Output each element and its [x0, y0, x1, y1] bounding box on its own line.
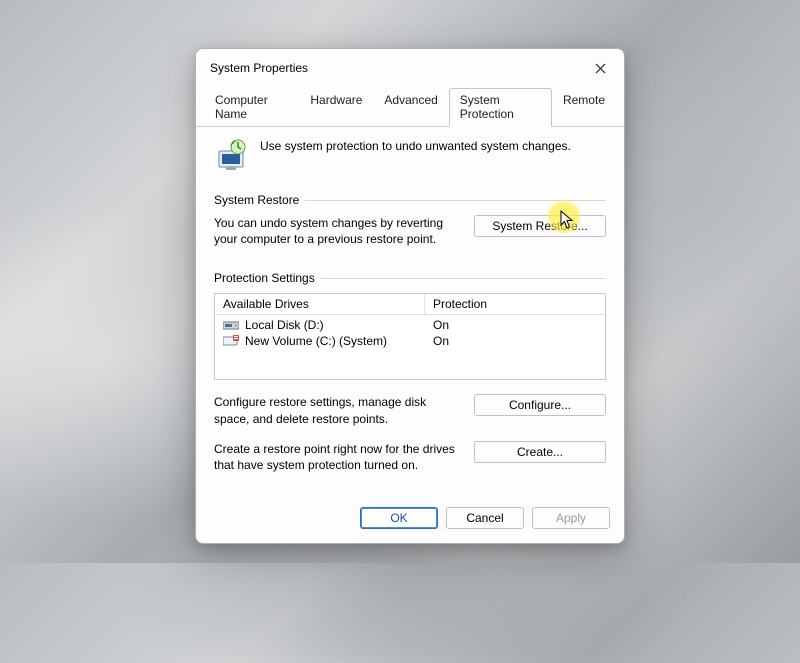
intro-row: Use system protection to undo unwanted s…: [214, 137, 606, 171]
group-legend-restore: System Restore: [214, 193, 606, 207]
titlebar: System Properties: [196, 49, 624, 85]
create-row: Create a restore point right now for the…: [214, 441, 606, 473]
close-icon: [595, 63, 606, 74]
group-legend-settings: Protection Settings: [214, 271, 606, 285]
drives-header: Available Drives Protection: [215, 294, 605, 315]
tab-advanced[interactable]: Advanced: [373, 88, 448, 127]
tab-hardware[interactable]: Hardware: [299, 88, 373, 127]
cancel-button[interactable]: Cancel: [446, 507, 524, 529]
dialog-title: System Properties: [210, 61, 308, 75]
configure-row: Configure restore settings, manage disk …: [214, 394, 606, 426]
apply-button[interactable]: Apply: [532, 507, 610, 529]
column-header-protection[interactable]: Protection: [425, 294, 605, 314]
intro-text: Use system protection to undo unwanted s…: [260, 137, 571, 153]
tab-computer-name[interactable]: Computer Name: [204, 88, 299, 127]
drive-protection: On: [433, 318, 597, 332]
configure-button[interactable]: Configure...: [474, 394, 606, 416]
system-restore-button[interactable]: System Restore...: [474, 215, 606, 237]
close-button[interactable]: [586, 57, 614, 79]
tab-content: Use system protection to undo unwanted s…: [196, 127, 624, 497]
drives-body: Local Disk (D:) On New Volume (C:) (Syst…: [215, 315, 605, 379]
restore-description: You can undo system changes by reverting…: [214, 215, 460, 247]
dialog-footer: OK Cancel Apply: [196, 497, 624, 543]
ok-button[interactable]: OK: [360, 507, 438, 529]
drive-protection: On: [433, 334, 597, 348]
create-description: Create a restore point right now for the…: [214, 441, 460, 473]
hdd-icon: [223, 319, 239, 331]
drive-row[interactable]: Local Disk (D:) On: [215, 317, 605, 333]
drive-row[interactable]: New Volume (C:) (System) On: [215, 333, 605, 349]
hdd-alt-icon: [223, 335, 239, 347]
drive-name: New Volume (C:) (System): [245, 334, 387, 348]
configure-description: Configure restore settings, manage disk …: [214, 394, 460, 426]
drive-name: Local Disk (D:): [245, 318, 324, 332]
drives-table[interactable]: Available Drives Protection Local Disk (…: [214, 293, 606, 380]
system-protection-hero-icon: [214, 137, 250, 171]
system-restore-group: System Restore You can undo system chang…: [214, 193, 606, 247]
column-header-drives[interactable]: Available Drives: [215, 294, 425, 314]
tab-strip: Computer Name Hardware Advanced System P…: [196, 85, 624, 127]
tab-remote[interactable]: Remote: [552, 88, 616, 127]
system-properties-dialog: System Properties Computer Name Hardware…: [195, 48, 625, 544]
protection-settings-group: Protection Settings Available Drives Pro…: [214, 271, 606, 473]
tab-system-protection[interactable]: System Protection: [449, 88, 552, 127]
create-button[interactable]: Create...: [474, 441, 606, 463]
